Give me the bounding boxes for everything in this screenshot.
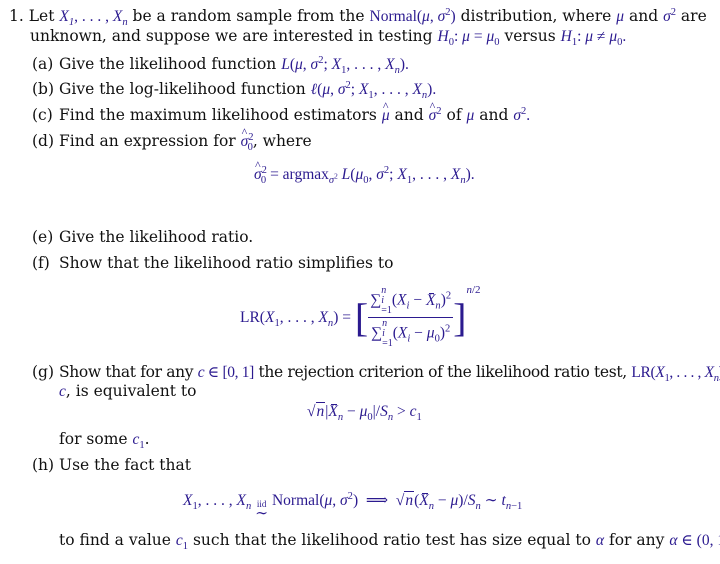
problem-number: 1. [9,7,24,25]
part-c-text: and [394,106,424,124]
part-f: Show that the likelihood ratio simplifie… [59,254,393,272]
problem-intro-line-1: 1. Let X1, . . . , Xn be a random sample… [9,6,707,29]
part-a-label: (a) [32,55,54,73]
argmax-math: σ20 = argmaxσ2 L(μ0, σ2; X1, . . . , Xn)… [254,158,475,186]
sigma-sq-math: σ2. [513,105,531,124]
intro-text: be a random sample from the [132,7,365,25]
part-g-label: (g) [32,363,55,381]
part-h-text: for any [608,531,665,549]
part-d-text: Find an expression for [59,132,236,150]
part-e-text: Give the likelihood ratio. [59,228,254,246]
mu-math: μ [466,107,475,124]
part-h-text: Use the fact that [59,456,191,474]
part-a: Give the likelihood function L(μ, σ2; X1… [59,54,409,77]
part-g-line-2: c, is equivalent to [59,382,196,401]
c1-math: c1 [175,532,189,553]
c-math: c [59,383,66,400]
likelihood-math: L(μ, σ2; X1, . . . , Xn). [281,54,409,77]
lr-numerator: ∑ n i =1(Xi − Xn)2 [368,285,454,318]
part-c-label: (c) [32,106,53,124]
t-stat-display-equation: √n|Xn − μ0|/Sn > c1 [307,402,422,424]
alt-hypothesis-math: H1: μ ≠ μ0. [560,28,627,49]
part-h-text: to find a value [59,531,171,549]
part-h-text: such that the likelihood ratio test has … [192,531,591,549]
sqrt-n: √n [307,402,326,420]
part-h-line-1: Use the fact that [59,456,191,474]
part-h-label: (h) [32,456,55,474]
alpha-interval-math: α ∈ (0, 1). [669,532,720,549]
part-f-label: (f) [32,254,50,272]
part-g-text: , is equivalent to [65,382,197,400]
lr-fraction: ∑ n i =1(Xi − Xn)2 ∑ n i =1(Xi − μ0)2 [368,285,454,349]
part-c-text: Find the maximum likelihood estimators [59,106,377,124]
sigma-hat-sq-math: σ2 [429,99,442,124]
part-e-label: (e) [32,228,54,246]
lr-lhs: LR(X1, . . . , Xn) = [240,308,355,329]
part-c: Find the maximum likelihood estimators μ… [59,99,531,125]
intro-text: are [680,7,707,25]
mu-math: μ [616,8,625,25]
part-c-text: and [479,106,509,124]
part-d-label: (d) [32,132,55,150]
part-c-text: of [446,106,462,124]
left-bracket: [ [354,294,369,340]
alpha-math: α [595,532,605,549]
intro-text: versus [504,27,556,45]
problem-intro-line-2: unknown, and suppose we are interested i… [30,27,627,49]
intro-text: distribution, where [460,7,612,25]
lr-display-equation: LR(X1, . . . , Xn) = [ ∑ n i =1(Xi − Xn)2 ∑… [240,284,481,349]
iid-display-equation: X1, . . . , Xn iid ∼ Normal(μ, σ2) ⟹ √n(X… [183,490,523,522]
lr-exponent: n/2 [466,284,481,296]
part-h-line-2: to find a value c1 such that the likelih… [59,531,720,553]
c-interval-math: c ∈ [0, 1] [197,364,255,381]
part-d-text: , where [252,132,312,150]
part-g-text: . [144,430,150,448]
intro-text: unknown, and suppose we are interested i… [30,27,433,45]
right-bracket: ] [453,294,467,340]
part-f-text: Show that the likelihood ratio simplifie… [59,254,394,272]
part-g-text: the rejection criterion of the likelihoo… [258,363,628,381]
sigma-sq-math: σ2 [663,6,676,25]
sample-math: X1, . . . , Xn [59,8,128,29]
part-b-label: (b) [32,80,55,98]
lr-denominator: ∑ n i =1(Xi − μ0)2 [371,318,451,349]
part-d: Find an expression for σ20, where [59,125,312,153]
part-b-text: Give the log-likelihood function [59,80,306,98]
iid-tilde: iid ∼ [255,499,269,522]
part-g-text: Show that for any [59,363,194,381]
lr-less-than-math: LR(X1, . . . , Xn) < [631,364,720,385]
part-g-line-1: Show that for any c ∈ [0, 1] the rejecti… [59,363,720,385]
intro-text: and [628,7,659,25]
part-b: Give the log-likelihood function ℓ(μ, σ2… [59,79,437,102]
c1-math: c1 [132,431,145,452]
part-g-line-3: for some c1. [59,430,150,452]
normal-dist-math: Normal(μ, σ2) [369,6,456,25]
mu-hat-math: μ [382,99,390,124]
null-hypothesis-math: H0: μ = μ0 [437,28,500,49]
argmax-display-equation: σ20 = argmaxσ2 L(μ0, σ2; X1, . . . , Xn)… [254,158,475,186]
intro-text: Let [28,7,55,25]
part-g-text: for some [59,430,128,448]
part-e: Give the likelihood ratio. [59,228,253,246]
log-likelihood-math: ℓ(μ, σ2; X1, . . . , Xn). [310,79,437,102]
sigma0-hat-sq-math: σ20 [241,125,254,153]
part-a-text: Give the likelihood function [59,55,277,73]
